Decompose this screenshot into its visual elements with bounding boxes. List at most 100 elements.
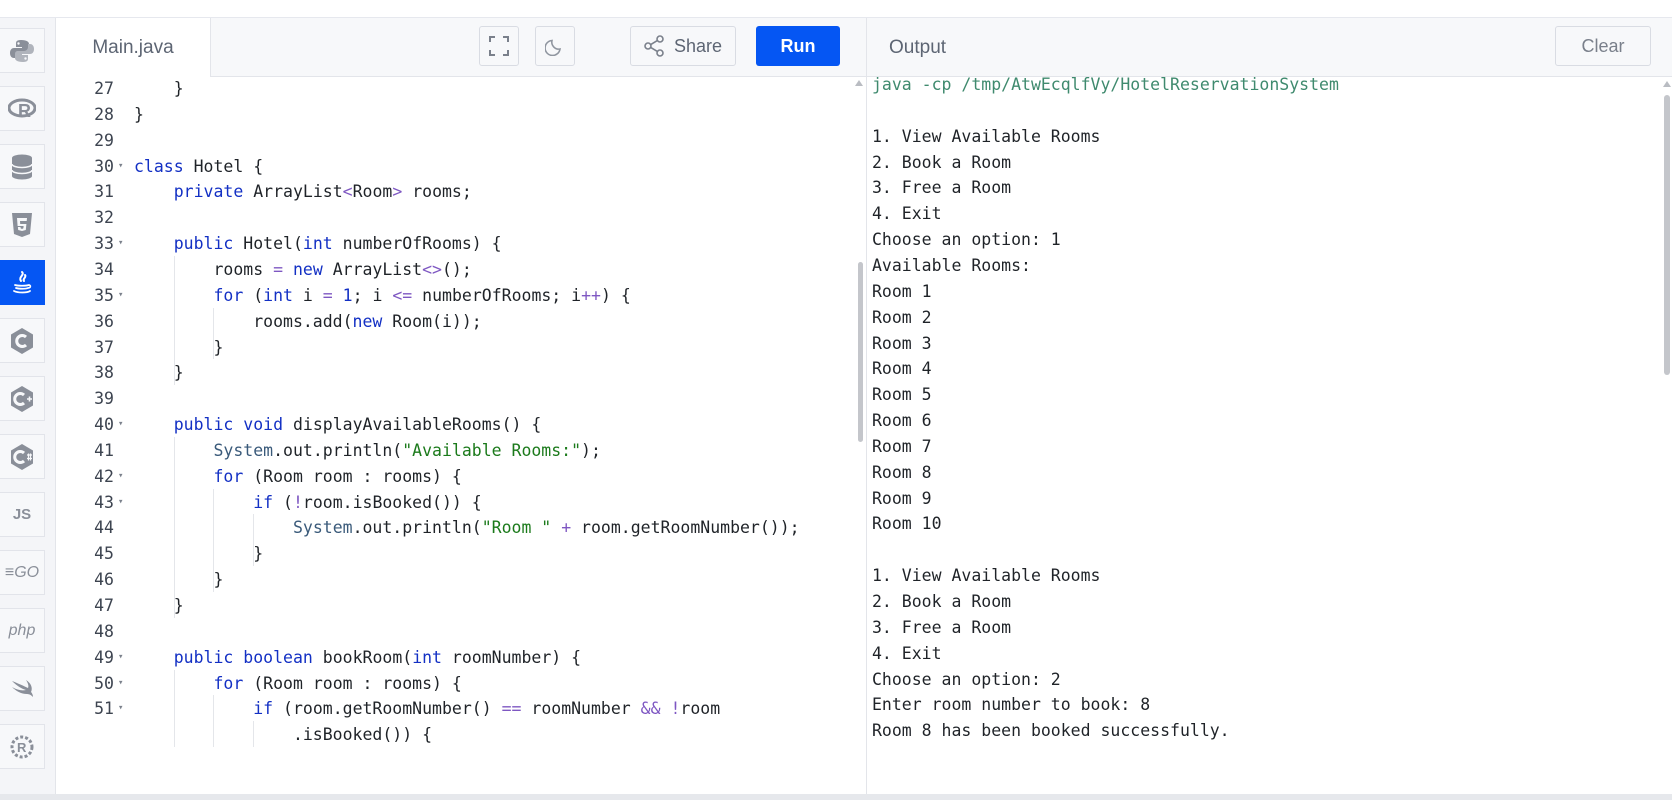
code-line[interactable]: 27 }	[56, 77, 856, 103]
editor-scrollbar[interactable]	[858, 262, 863, 442]
code-line[interactable]: 28}	[56, 101, 856, 129]
swift-icon	[12, 679, 33, 697]
sidebar-item-csharp[interactable]	[0, 434, 45, 479]
sidebar-item-cpp[interactable]	[0, 376, 45, 421]
sidebar-item-java[interactable]	[0, 260, 45, 305]
code-line[interactable]: 48	[56, 618, 856, 646]
go-label: ≡GO	[4, 563, 40, 581]
fullscreen-button[interactable]	[479, 26, 519, 66]
sidebar-item-html[interactable]	[0, 202, 45, 247]
clear-button[interactable]: Clear	[1555, 26, 1651, 66]
sidebar-item-python[interactable]	[0, 28, 45, 73]
code-line[interactable]: 38 }	[56, 359, 856, 387]
code-token: for	[213, 466, 244, 486]
fold-arrow-icon[interactable]: ▾	[118, 644, 123, 672]
code-text: .isBooked()) {	[134, 721, 432, 749]
code-token: "Room "	[481, 518, 552, 538]
code-line[interactable]: 39	[56, 385, 856, 413]
moon-icon	[545, 39, 561, 56]
dark-mode-button[interactable]	[535, 26, 575, 66]
code-line[interactable]: 29	[56, 127, 856, 155]
sidebar-item-swift[interactable]	[0, 666, 45, 711]
code-line[interactable]: 40 ▾ public void displayAvailableRooms() …	[56, 411, 856, 439]
share-button[interactable]: Share	[630, 26, 736, 66]
code-line[interactable]: 37 }	[56, 334, 856, 362]
code-line[interactable]: 33 ▾ public Hotel(int numberOfRooms) {	[56, 230, 856, 258]
code-token: rooms	[134, 259, 274, 279]
code-text: }	[134, 359, 184, 387]
code-line[interactable]: 47 }	[56, 592, 856, 620]
svg-text:R: R	[18, 101, 31, 121]
code-line[interactable]: 30 ▾ class Hotel {	[56, 153, 856, 181]
horizontal-scrollbar[interactable]	[0, 794, 1672, 800]
code-line[interactable]: 31 private ArrayList<Room> rooms;	[56, 178, 856, 206]
java-icon	[13, 270, 32, 293]
code-line[interactable]: 32	[56, 204, 856, 232]
fold-arrow-icon[interactable]: ▾	[118, 282, 123, 310]
code-line[interactable]: 51 ▾ if (room.getRoomNumber() == roomNumb…	[56, 695, 856, 723]
output-line: Room 1	[872, 281, 932, 301]
language-sidebar: R JS ≡GO php R	[0, 18, 56, 800]
code-token: public	[173, 415, 234, 435]
fold-arrow-icon[interactable]: ▾	[118, 695, 123, 723]
sidebar-item-go[interactable]: ≡GO	[0, 550, 45, 595]
fold-arrow-icon[interactable]: ▾	[118, 489, 123, 517]
tab-main-java[interactable]: Main.java	[56, 18, 211, 78]
editor-scroll-up-icon[interactable]	[855, 80, 863, 86]
line-number: 42	[94, 466, 114, 486]
sidebar-item-rust[interactable]: R	[0, 724, 45, 769]
code-token: !	[292, 492, 303, 512]
output-line: Room 3	[872, 333, 932, 353]
output-scroll-up-icon[interactable]	[1663, 81, 1671, 87]
fold-arrow-icon[interactable]: ▾	[118, 463, 123, 491]
output-console[interactable]: java -cp /tmp/AtwEcqlfVy/HotelReservatio…	[866, 77, 1672, 800]
fold-arrow-icon[interactable]: ▾	[118, 411, 123, 439]
code-token: +	[561, 518, 572, 538]
code-line[interactable]: 35 ▾ for (int i = 1; i <= numberOfRooms; …	[56, 282, 856, 310]
code-line[interactable]: 36 rooms.add(new Room(i));	[56, 308, 856, 336]
code-token: boolean	[243, 647, 313, 667]
code-line[interactable]: 44 System.out.println("Room " + room.get…	[56, 514, 856, 542]
code-line[interactable]: .isBooked()) {	[56, 721, 856, 749]
output-line: Room 4	[872, 359, 932, 379]
code-token: void	[243, 415, 284, 435]
code-line[interactable]: 50 ▾ for (Room room : rooms) {	[56, 670, 856, 698]
code-token: public	[173, 647, 234, 667]
code-token: ==	[501, 699, 522, 719]
code-token: =	[273, 259, 284, 279]
code-token: !	[670, 699, 681, 719]
code-token: (	[243, 285, 264, 305]
code-line[interactable]: 49 ▾ public boolean bookRoom(int roomNumb…	[56, 644, 856, 672]
cpp-icon	[11, 385, 33, 412]
line-number: 30	[94, 156, 114, 176]
run-button[interactable]: Run	[756, 26, 840, 66]
fold-arrow-icon[interactable]: ▾	[118, 670, 123, 698]
sidebar-item-js[interactable]: JS	[0, 492, 45, 537]
code-token: private	[173, 182, 244, 202]
output-line: 2. Book a Room	[872, 152, 1012, 172]
fold-arrow-icon[interactable]: ▾	[118, 153, 123, 181]
code-editor[interactable]: 27 } 28} 29 30 ▾ class Hotel {31 private Arra…	[56, 77, 866, 800]
code-line[interactable]: 46 }	[56, 566, 856, 594]
code-line[interactable]: 41 System.out.println("Available Rooms:"…	[56, 437, 856, 465]
code-line[interactable]: 34 rooms = new ArrayList<>();	[56, 256, 856, 284]
line-number: 39	[94, 389, 114, 409]
sidebar-item-c[interactable]	[0, 318, 45, 363]
csharp-icon	[11, 443, 33, 470]
sidebar-item-r[interactable]: R	[0, 86, 45, 131]
php-label: php	[8, 621, 36, 639]
sidebar-item-sql[interactable]	[0, 144, 45, 189]
output-line: Room 8	[872, 462, 932, 482]
code-line[interactable]: 42 ▾ for (Room room : rooms) {	[56, 463, 856, 491]
code-token: if	[253, 699, 274, 719]
code-token: int	[412, 647, 442, 667]
code-line[interactable]: 43 ▾ if (!room.isBooked()) {	[56, 489, 856, 517]
fold-arrow-icon[interactable]: ▾	[118, 230, 123, 258]
code-token: <>	[422, 259, 442, 279]
line-number: 37	[94, 337, 114, 357]
code-line[interactable]: 45 }	[56, 540, 856, 568]
output-scrollbar[interactable]	[1664, 95, 1670, 375]
sidebar-item-php[interactable]: php	[0, 608, 45, 653]
